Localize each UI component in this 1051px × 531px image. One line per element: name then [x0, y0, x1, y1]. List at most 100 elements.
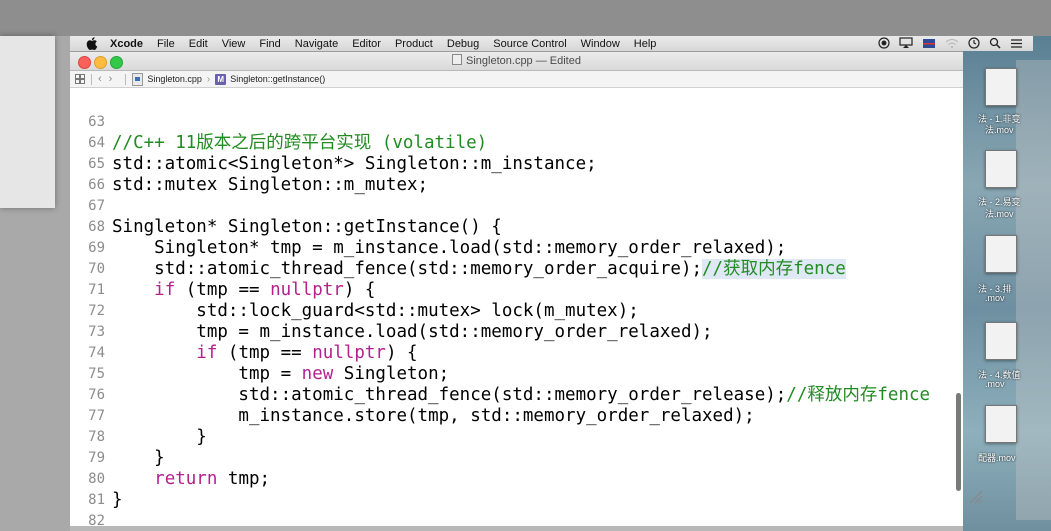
vertical-scrollbar[interactable] — [956, 393, 961, 491]
related-items-grid-icon[interactable] — [75, 74, 85, 84]
code-line[interactable]: 70 if (tmp == nullptr) { — [70, 238, 375, 300]
source-editor[interactable]: 63 //C++ 11版本之后的跨平台实现 (volatile) 64 std:… — [70, 88, 963, 528]
video-label[interactable]: 法.mov — [985, 207, 1051, 220]
code-segment: ) { — [343, 280, 376, 300]
method-icon: M — [215, 73, 227, 85]
code-line[interactable]: 65 std::mutex Singleton::m_mutex; — [70, 133, 428, 195]
code-line[interactable]: 81 — [70, 469, 112, 508]
status-icons — [878, 37, 1023, 49]
video-thumbnail[interactable] — [985, 322, 1017, 360]
jumpbar-divider — [91, 73, 92, 85]
code-segment: ) { — [385, 343, 418, 363]
video-label[interactable]: .mov — [985, 379, 1051, 389]
breadcrumb-chevron-icon: › — [206, 73, 211, 85]
keyword: new — [301, 364, 334, 384]
video-thumbnail[interactable] — [985, 235, 1017, 273]
code-segment: tmp = — [112, 364, 302, 384]
code-text[interactable]: } — [112, 427, 207, 448]
code-line[interactable]: 69 std::atomic_thread_fence(std::memory_… — [70, 217, 846, 279]
code-text[interactable]: } — [112, 448, 165, 469]
code-text[interactable]: if (tmp == nullptr) { — [112, 280, 375, 301]
code-segment: (tmp == — [217, 343, 313, 363]
code-line[interactable]: 71 std::lock_guard<std::mutex> lock(m_mu… — [70, 259, 639, 321]
back-arrow-icon[interactable]: ‹ — [98, 73, 102, 85]
menu-editor[interactable]: Editor — [352, 38, 381, 50]
video-label[interactable]: .mov — [985, 293, 1051, 303]
code-line[interactable]: 75 std::atomic_thread_fence(std::memory_… — [70, 343, 930, 405]
window-titlebar[interactable]: Singleton.cpp — Edited — [70, 52, 963, 71]
code-line[interactable]: 72 tmp = m_instance.load(std::memory_ord… — [70, 280, 712, 342]
code-line[interactable]: 73 if (tmp == nullptr) { — [70, 301, 417, 363]
code-line[interactable]: 74 tmp = new Singleton; — [70, 322, 449, 384]
code-line[interactable]: 63 //C++ 11版本之后的跨平台实现 (volatile) — [70, 91, 487, 153]
code-line[interactable]: 77 } — [70, 385, 207, 447]
cpp-file-icon — [132, 72, 144, 86]
code-text[interactable]: std::lock_guard<std::mutex> lock(m_mutex… — [112, 301, 639, 322]
code-text[interactable]: m_instance.store(tmp, std::memory_order_… — [112, 406, 754, 427]
code-line[interactable]: 68 Singleton* tmp = m_instance.load(std:… — [70, 196, 786, 258]
code-line[interactable]: 82 — [70, 490, 112, 528]
notification-list-icon[interactable] — [1010, 38, 1023, 49]
spotlight-search-icon[interactable] — [989, 37, 1001, 49]
video-label[interactable]: 配器.mov — [978, 451, 1050, 464]
menu-view[interactable]: View — [222, 38, 246, 50]
wifi-icon[interactable] — [945, 38, 959, 49]
menu-navigate[interactable]: Navigate — [295, 38, 338, 50]
window-title: Singleton.cpp — Edited — [70, 54, 963, 67]
code-line[interactable]: 80 } — [70, 448, 122, 510]
code-text[interactable]: std::atomic_thread_fence(std::memory_ord… — [112, 259, 846, 280]
code-comment: //释放内存fence — [786, 385, 931, 405]
resize-grip-icon[interactable] — [967, 490, 983, 504]
code-line[interactable]: 67 Singleton* Singleton::getInstance() { — [70, 175, 502, 237]
video-thumbnail[interactable] — [985, 405, 1017, 443]
menu-edit[interactable]: Edit — [189, 38, 208, 50]
code-segment: std::atomic_thread_fence(std::memory_ord… — [112, 385, 787, 405]
forward-arrow-icon[interactable]: › — [109, 73, 113, 85]
breadcrumb-symbol[interactable]: Singleton::getInstance() — [230, 74, 325, 84]
video-label[interactable]: 法.mov — [985, 123, 1051, 136]
code-text[interactable]: Singleton* Singleton::getInstance() { — [112, 217, 502, 238]
menu-bar: Xcode File Edit View Find Navigate Edito… — [70, 36, 1033, 51]
code-line[interactable]: 66 — [70, 154, 112, 193]
document-icon — [452, 54, 463, 65]
menu-window[interactable]: Window — [581, 38, 620, 50]
code-line[interactable]: 78 } — [70, 406, 165, 468]
menu-debug[interactable]: Debug — [447, 38, 479, 50]
code-text[interactable]: tmp = m_instance.load(std::memory_order_… — [112, 322, 712, 343]
code-text[interactable]: return tmp; — [112, 469, 270, 490]
code-comment-selected: //获取内存fence — [702, 259, 846, 279]
code-line[interactable]: 76 m_instance.store(tmp, std::memory_ord… — [70, 364, 755, 426]
menu-app[interactable]: Xcode — [110, 38, 143, 50]
clock-icon[interactable] — [968, 37, 980, 49]
window-title-text: Singleton.cpp — Edited — [466, 55, 581, 67]
background-window[interactable] — [0, 36, 55, 208]
video-thumbnail[interactable] — [985, 68, 1017, 106]
breadcrumb-file[interactable]: Singleton.cpp — [147, 74, 202, 84]
code-segment: (tmp == — [175, 280, 271, 300]
menu-find[interactable]: Find — [259, 38, 280, 50]
code-text[interactable]: } — [112, 490, 123, 511]
code-text[interactable]: if (tmp == nullptr) { — [112, 343, 418, 364]
code-text[interactable]: tmp = new Singleton; — [112, 364, 449, 385]
video-thumbnail[interactable] — [985, 150, 1017, 188]
apple-icon[interactable] — [85, 37, 99, 50]
menu-product[interactable]: Product — [395, 38, 433, 50]
code-comment[interactable]: //C++ 11版本之后的跨平台实现 (volatile) — [112, 133, 487, 154]
code-segment: Singleton; — [333, 364, 450, 384]
code-text[interactable]: std::mutex Singleton::m_mutex; — [112, 175, 428, 196]
record-icon[interactable] — [878, 37, 890, 49]
flag-icon[interactable] — [922, 38, 936, 49]
code-line[interactable]: 64 std::atomic<Singleton*> Singleton::m_… — [70, 112, 597, 174]
code-segment: std::atomic_thread_fence(std::memory_ord… — [112, 259, 703, 279]
menu-file[interactable]: File — [157, 38, 175, 50]
code-line[interactable]: 79 return tmp; — [70, 427, 270, 489]
menu-source-control[interactable]: Source Control — [493, 38, 566, 50]
airplay-icon[interactable] — [899, 37, 913, 49]
code-text[interactable]: Singleton* tmp = m_instance.load(std::me… — [112, 238, 786, 259]
menu-help[interactable]: Help — [634, 38, 657, 50]
code-text[interactable]: std::atomic<Singleton*> Singleton::m_ins… — [112, 154, 597, 175]
code-text[interactable]: std::atomic_thread_fence(std::memory_ord… — [112, 385, 930, 406]
